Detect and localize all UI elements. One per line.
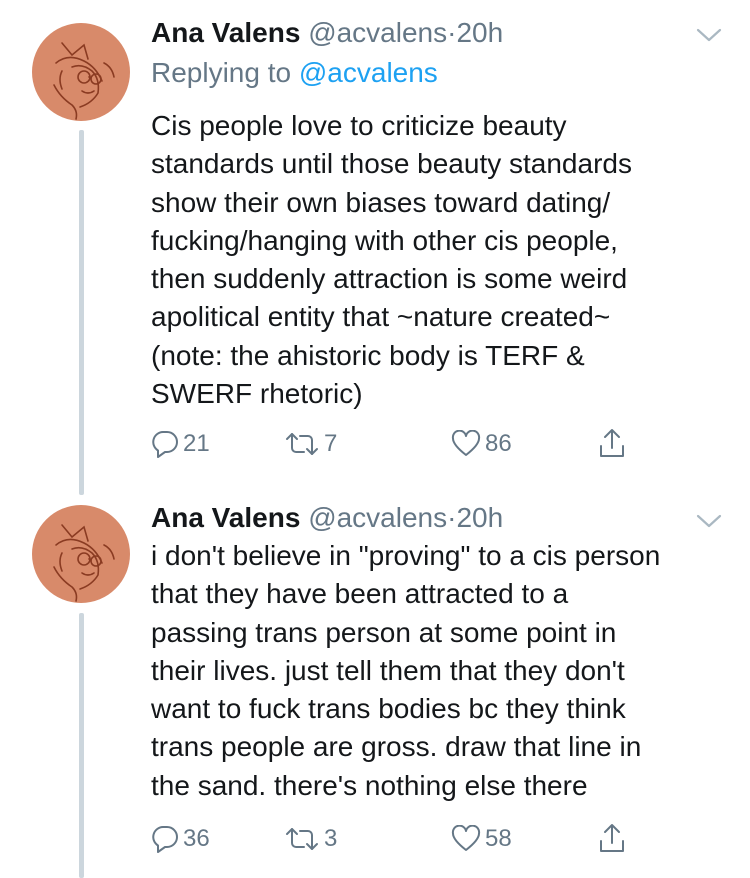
reply-button[interactable]: 21 — [151, 424, 210, 464]
share-button[interactable] — [597, 424, 627, 464]
reply-button[interactable]: 36 — [151, 819, 210, 859]
retweet-icon — [286, 433, 318, 455]
timestamp[interactable]: 20h — [456, 502, 503, 533]
tweet-text-line: that they have been attracted to a — [151, 578, 569, 610]
share-icon — [600, 429, 624, 457]
tweet-text: i don't believe in "proving" to a cis pe… — [151, 537, 741, 805]
replying-to: Replying to @acvalens — [151, 55, 438, 91]
retweet-icon — [286, 828, 318, 850]
tweet[interactable]: Ana Valens @acvalens·20h i don't believe… — [0, 495, 750, 878]
author-name[interactable]: Ana Valens — [151, 17, 300, 48]
author-handle[interactable]: @acvalens — [308, 502, 447, 533]
reply-icon — [152, 431, 178, 458]
retweet-count: 3 — [324, 825, 338, 852]
tweet-text-line: Cis people love to criticize beauty — [151, 110, 567, 141]
tweet-text-line: want to fuck trans bodies bc they think — [151, 693, 626, 725]
replying-prefix: Replying to — [151, 57, 292, 88]
tweet-text-line: then suddenly attraction is some weird — [151, 263, 628, 295]
retweet-count: 7 — [324, 430, 338, 457]
tweet-text-line: trans people are gross. draw that line i… — [151, 731, 642, 763]
chevron-down-icon[interactable] — [696, 27, 722, 43]
author-name[interactable]: Ana Valens — [151, 502, 300, 533]
tweet[interactable]: Ana Valens @acvalens·20h Replying to @ac… — [0, 0, 750, 495]
like-count: 86 — [485, 430, 512, 457]
reply-count: 21 — [183, 430, 210, 457]
author-handle[interactable]: @acvalens — [308, 17, 447, 48]
avatar[interactable] — [32, 23, 130, 121]
tweet-text-line: fucking/hanging with other cis people, — [151, 224, 618, 256]
retweet-button[interactable]: 3 — [284, 819, 337, 859]
reply-count: 36 — [183, 825, 210, 852]
avatar-illustration — [53, 42, 115, 120]
like-button[interactable]: 86 — [451, 424, 512, 464]
tweet-text-line: show their own biases toward dating/ — [151, 186, 611, 218]
tweet-text-line: SWERF rhetoric) — [151, 378, 363, 410]
like-count: 58 — [485, 825, 512, 852]
timestamp[interactable]: 20h — [456, 17, 503, 48]
like-button[interactable]: 58 — [451, 819, 512, 859]
tweet-text-line: their lives. just tell them that they do… — [151, 654, 625, 686]
tweet-header: Ana Valens @acvalens·20h — [151, 500, 503, 536]
thread-line — [79, 613, 84, 878]
tweet-text-line: apolitical entity that ~nature created~ — [151, 301, 611, 333]
reply-icon — [152, 826, 178, 853]
avatar[interactable] — [32, 505, 130, 603]
heart-icon — [451, 825, 481, 851]
heart-icon — [451, 430, 481, 456]
tweet-actions: 36 3 58 — [151, 819, 651, 859]
avatar-illustration — [53, 524, 115, 602]
chevron-down-icon[interactable] — [696, 513, 722, 529]
tweet-text: Cis people love to criticize beauty stan… — [151, 107, 741, 413]
tweet-text-line: standards until those beauty standards — [151, 148, 632, 180]
retweet-button[interactable]: 7 — [284, 424, 337, 464]
tweet-header: Ana Valens @acvalens·20h — [151, 15, 503, 51]
thread-line — [79, 130, 84, 495]
mention-link[interactable]: @acvalens — [299, 57, 438, 88]
tweet-text-line: the sand. there's nothing else there — [151, 769, 588, 801]
share-button[interactable] — [597, 819, 627, 859]
tweet-text-line: passing trans person at some point in — [151, 616, 617, 648]
tweet-actions: 21 7 86 — [151, 424, 651, 464]
tweet-text-line: i don't believe in "proving" to a cis pe… — [151, 540, 661, 571]
share-icon — [600, 824, 624, 852]
tweet-text-line: (note: the ahistoric body is TERF & — [151, 339, 585, 371]
